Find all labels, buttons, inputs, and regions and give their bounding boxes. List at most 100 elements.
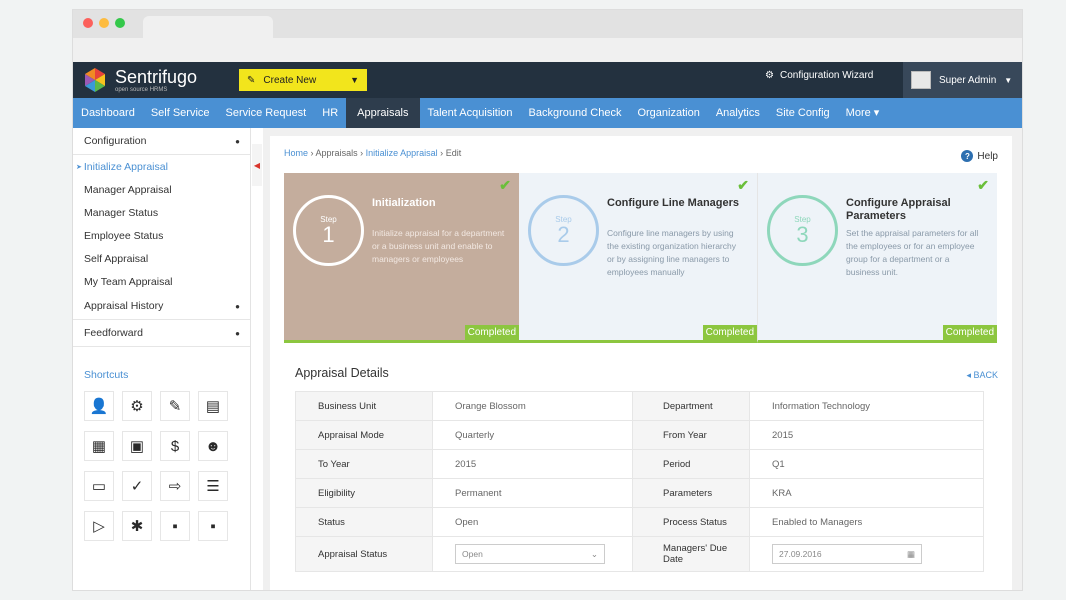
breadcrumb-sep: › <box>360 148 364 158</box>
field-value: Information Technology <box>749 391 984 421</box>
notes-shortcut-icon[interactable]: ▦ <box>84 431 114 461</box>
nav-item-organization[interactable]: Organization <box>629 98 707 128</box>
grid-shortcut-icon[interactable]: ▪ <box>160 511 190 541</box>
wizard-label: Configuration Wizard <box>779 70 874 81</box>
due-date-value: 27.09.2016 <box>779 549 822 559</box>
nav-item-analytics[interactable]: Analytics <box>708 98 768 128</box>
shortcuts-grid: 👤 ⚙ ✎ ▤ ▦ ▣ $ ☻ ▭ ✓ ⇨ ☰ ▷ ✱ ▪ ▪ <box>73 381 250 541</box>
app-logo[interactable]: Sentrifugo open source HRMS <box>81 66 197 94</box>
minimize-dot-icon[interactable] <box>99 18 109 28</box>
window-controls <box>83 18 125 28</box>
user-menu[interactable]: Super Admin ▼ <box>903 62 1022 98</box>
check-icon: ✔ <box>737 177 749 193</box>
appraisal-details-table: Business Unit Orange Blossom Department Inf… <box>295 391 984 572</box>
field-label: Business Unit <box>295 391 433 421</box>
apps-shortcut-icon[interactable]: ▪ <box>198 511 228 541</box>
team-shortcut-icon[interactable]: ☻ <box>198 431 228 461</box>
pencil-icon: ✎ <box>247 74 256 86</box>
breadcrumb-appraisals[interactable]: Appraisals <box>316 148 358 158</box>
sidebar-feedforward[interactable]: Feedforward ● <box>73 320 250 347</box>
step-configure-appraisal-parameters[interactable]: Step 3 Configure Appraisal Parameters Se… <box>758 173 997 343</box>
gear-shortcut-icon[interactable]: ✱ <box>122 511 152 541</box>
appraisal-status-value: Open <box>462 549 483 559</box>
sidebar-item-employee-status[interactable]: Employee Status <box>73 224 250 247</box>
step-title: Configure Appraisal Parameters <box>846 197 951 222</box>
id-card-shortcut-icon[interactable]: ▣ <box>122 431 152 461</box>
edit-doc-shortcut-icon[interactable]: ✎ <box>160 391 190 421</box>
breadcrumb-initialize[interactable]: Initialize Appraisal <box>366 148 438 158</box>
nav-item-appraisals[interactable]: Appraisals <box>346 98 420 128</box>
field-label: Process Status <box>632 507 750 537</box>
step-number: 2 <box>557 222 570 247</box>
sidebar-item-my-team-appraisal[interactable]: My Team Appraisal <box>73 270 250 293</box>
field-value: Permanent <box>432 478 633 508</box>
appraisal-status-select[interactable]: Open ⌄ <box>455 544 605 564</box>
breadcrumb-home[interactable]: Home <box>284 148 308 158</box>
sidebar-item-label: Employee Status <box>84 229 164 242</box>
address-bar[interactable] <box>73 38 1022 62</box>
users-shortcut-icon[interactable]: 👤 <box>84 391 114 421</box>
calendar-icon[interactable]: ▦ <box>907 549 915 560</box>
money-doc-shortcut-icon[interactable]: $ <box>160 431 190 461</box>
sidebar-item-label: Initialize Appraisal <box>83 160 168 173</box>
create-new-button[interactable]: ✎ Create New ▼ <box>239 69 367 91</box>
back-link[interactable]: ◂ BACK <box>966 370 998 381</box>
nav-item-more[interactable]: More ▾ <box>838 98 888 128</box>
step-circle: Step 2 <box>528 195 599 266</box>
field-value: Q1 <box>749 449 984 479</box>
step-configure-line-managers[interactable]: Step 2 Configure Line Managers Configure… <box>519 173 758 343</box>
sidebar-item-manager-status[interactable]: Manager Status <box>73 201 250 224</box>
nav-item-service-request[interactable]: Service Request <box>218 98 315 128</box>
breadcrumb-sep: › <box>310 148 314 158</box>
breadcrumb-edit: Edit <box>445 148 462 158</box>
field-value: 2015 <box>432 449 633 479</box>
collapse-sidebar-icon[interactable]: ◀ <box>252 144 262 186</box>
field-value: Quarterly <box>432 420 633 450</box>
doc-arrow-shortcut-icon[interactable]: ⇨ <box>160 471 190 501</box>
browser-tab[interactable] <box>143 16 273 38</box>
field-value: Enabled to Managers <box>749 507 984 537</box>
appraisal-status-cell: Open ⌄ <box>432 536 633 572</box>
step-title: Configure Line Managers <box>607 197 740 209</box>
browser-window: Sentrifugo open source HRMS ✎ Create New… <box>73 10 1022 590</box>
sidebar-item-initialize-appraisal[interactable]: ➤ Initialize Appraisal <box>73 155 250 178</box>
doc-search-shortcut-icon[interactable]: ▤ <box>198 391 228 421</box>
configuration-wizard-link[interactable]: ⚙ Configuration Wizard <box>765 70 873 81</box>
shortcuts-title: Shortcuts <box>84 369 129 381</box>
managers-due-date-input[interactable]: 27.09.2016 ▦ <box>772 544 922 564</box>
doc-forward-shortcut-icon[interactable]: ▷ <box>84 511 114 541</box>
user-settings-shortcut-icon[interactable]: ⚙ <box>122 391 152 421</box>
monitor-user-shortcut-icon[interactable]: ▭ <box>84 471 114 501</box>
avatar <box>911 71 931 89</box>
nav-item-talent-acquisition[interactable]: Talent Acquisition <box>420 98 521 128</box>
step-initialization[interactable]: Step 1 Initialization Initialize apprais… <box>284 173 519 343</box>
close-dot-icon[interactable] <box>83 18 93 28</box>
help-label: Help <box>977 150 998 162</box>
managers-due-date-cell: 27.09.2016 ▦ <box>749 536 984 572</box>
main-nav: Dashboard Self Service Service Request HR Ap… <box>73 98 1022 128</box>
list-shortcut-icon[interactable]: ☰ <box>198 471 228 501</box>
doc-check-shortcut-icon[interactable]: ✓ <box>122 471 152 501</box>
nav-item-hr[interactable]: HR <box>314 98 346 128</box>
nav-item-dashboard[interactable]: Dashboard <box>73 98 143 128</box>
check-icon: ✔ <box>977 177 989 193</box>
app-name: Sentrifugo <box>115 66 198 87</box>
app-tagline: open source HRMS <box>115 86 168 93</box>
sidebar-appraisal-history[interactable]: Appraisal History ● <box>73 293 250 320</box>
table-row: Status Open Process Status Enabled to Manag… <box>295 507 984 537</box>
nav-item-site-config[interactable]: Site Config <box>768 98 838 128</box>
browser-chrome <box>73 10 1022 62</box>
help-link[interactable]: ? Help <box>961 150 998 162</box>
field-label: Eligibility <box>295 478 433 508</box>
maximize-dot-icon[interactable] <box>115 18 125 28</box>
breadcrumb: Home › Appraisals › Initialize Appraisal… <box>284 148 461 158</box>
step-circle: Step 3 <box>767 195 838 266</box>
sidebar-configuration[interactable]: Configuration ● <box>73 128 250 155</box>
main-content: Home › Appraisals › Initialize Appraisal… <box>263 128 1022 590</box>
sidebar-item-manager-appraisal[interactable]: Manager Appraisal <box>73 178 250 201</box>
nav-item-self-service[interactable]: Self Service <box>143 98 218 128</box>
table-row: Appraisal Mode Quarterly From Year 2015 <box>295 420 984 450</box>
sidebar-item-self-appraisal[interactable]: Self Appraisal <box>73 247 250 270</box>
field-label: Status <box>295 507 433 537</box>
nav-item-background-check[interactable]: Background Check <box>521 98 630 128</box>
